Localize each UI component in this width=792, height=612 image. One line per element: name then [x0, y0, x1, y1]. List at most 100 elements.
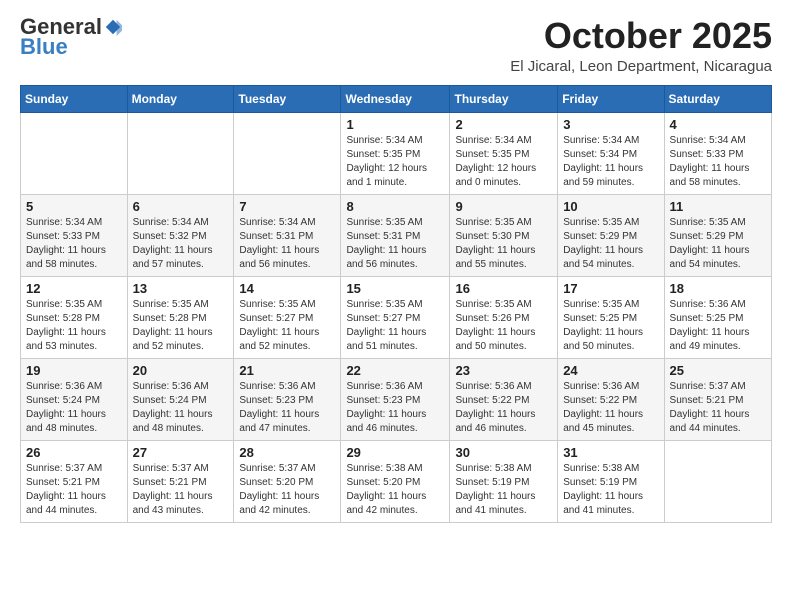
- logo-blue: Blue: [20, 34, 68, 60]
- cell-day-number: 21: [239, 363, 335, 378]
- calendar-cell: 19 Sunrise: 5:36 AM Sunset: 5:24 PM Dayli…: [21, 358, 128, 440]
- cell-day-number: 22: [346, 363, 444, 378]
- logo: General Blue: [20, 16, 122, 60]
- weekday-header-row: SundayMondayTuesdayWednesdayThursdayFrid…: [21, 85, 772, 112]
- cell-info: Sunrise: 5:35 AM Sunset: 5:30 PM Dayligh…: [455, 216, 552, 272]
- cell-day-number: 8: [346, 199, 444, 214]
- cell-day-number: 19: [26, 363, 122, 378]
- calendar-cell: 27 Sunrise: 5:37 AM Sunset: 5:21 PM Dayli…: [127, 440, 234, 522]
- calendar-cell: 21Sunrise: 5:36 AM Sunset: 5:23 PM Dayli…: [234, 358, 341, 440]
- cell-day-number: 4: [670, 117, 766, 132]
- calendar-cell: 17Sunrise: 5:35 AM Sunset: 5:25 PM Dayli…: [558, 276, 664, 358]
- cell-info: Sunrise: 5:34 AM Sunset: 5:35 PM Dayligh…: [346, 134, 444, 190]
- cell-day-number: 24: [563, 363, 658, 378]
- cell-day-number: 29: [346, 445, 444, 460]
- cell-info: Sunrise: 5:36 AM Sunset: 5:24 PM Dayligh…: [26, 380, 122, 436]
- cell-info: Sunrise: 5:35 AM Sunset: 5:27 PM Dayligh…: [346, 298, 444, 354]
- cell-info: Sunrise: 5:36 AM Sunset: 5:23 PM Dayligh…: [346, 380, 444, 436]
- cell-info: Sunrise: 5:35 AM Sunset: 5:29 PM Dayligh…: [670, 216, 766, 272]
- cell-info: Sunrise: 5:35 AM Sunset: 5:31 PM Dayligh…: [346, 216, 444, 272]
- cell-info: Sunrise: 5:34 AM Sunset: 5:33 PM Dayligh…: [670, 134, 766, 190]
- cell-day-number: 25: [670, 363, 766, 378]
- cell-info: Sunrise: 5:37 AM Sunset: 5:21 PM Dayligh…: [26, 462, 122, 518]
- calendar-cell: [664, 440, 771, 522]
- week-row-3: 12 Sunrise: 5:35 AM Sunset: 5:28 PM Dayli…: [21, 276, 772, 358]
- calendar-cell: 22 Sunrise: 5:36 AM Sunset: 5:23 PM Dayli…: [341, 358, 450, 440]
- calendar-cell: [127, 112, 234, 194]
- calendar-cell: 3 Sunrise: 5:34 AM Sunset: 5:34 PM Daylig…: [558, 112, 664, 194]
- weekday-header-wednesday: Wednesday: [341, 85, 450, 112]
- month-title: October 2025: [510, 16, 772, 56]
- calendar-cell: 18Sunrise: 5:36 AM Sunset: 5:25 PM Dayli…: [664, 276, 771, 358]
- calendar-cell: 15 Sunrise: 5:35 AM Sunset: 5:27 PM Dayli…: [341, 276, 450, 358]
- weekday-header-thursday: Thursday: [450, 85, 558, 112]
- calendar-cell: 26 Sunrise: 5:37 AM Sunset: 5:21 PM Dayli…: [21, 440, 128, 522]
- weekday-header-friday: Friday: [558, 85, 664, 112]
- cell-day-number: 7: [239, 199, 335, 214]
- calendar-cell: 29 Sunrise: 5:38 AM Sunset: 5:20 PM Dayli…: [341, 440, 450, 522]
- calendar-cell: 30 Sunrise: 5:38 AM Sunset: 5:19 PM Dayli…: [450, 440, 558, 522]
- cell-info: Sunrise: 5:35 AM Sunset: 5:29 PM Dayligh…: [563, 216, 658, 272]
- cell-info: Sunrise: 5:36 AM Sunset: 5:24 PM Dayligh…: [133, 380, 229, 436]
- cell-day-number: 27: [133, 445, 229, 460]
- calendar-cell: [21, 112, 128, 194]
- cell-day-number: 14: [239, 281, 335, 296]
- cell-info: Sunrise: 5:37 AM Sunset: 5:21 PM Dayligh…: [133, 462, 229, 518]
- calendar-cell: 9 Sunrise: 5:35 AM Sunset: 5:30 PM Daylig…: [450, 194, 558, 276]
- cell-day-number: 2: [455, 117, 552, 132]
- cell-day-number: 11: [670, 199, 766, 214]
- weekday-header-sunday: Sunday: [21, 85, 128, 112]
- cell-info: Sunrise: 5:35 AM Sunset: 5:28 PM Dayligh…: [26, 298, 122, 354]
- cell-info: Sunrise: 5:34 AM Sunset: 5:31 PM Dayligh…: [239, 216, 335, 272]
- calendar-cell: 25 Sunrise: 5:37 AM Sunset: 5:21 PM Dayli…: [664, 358, 771, 440]
- cell-day-number: 20: [133, 363, 229, 378]
- cell-day-number: 1: [346, 117, 444, 132]
- calendar-cell: [234, 112, 341, 194]
- calendar-table: SundayMondayTuesdayWednesdayThursdayFrid…: [20, 85, 772, 523]
- calendar-cell: 31Sunrise: 5:38 AM Sunset: 5:19 PM Dayli…: [558, 440, 664, 522]
- cell-day-number: 12: [26, 281, 122, 296]
- cell-day-number: 31: [563, 445, 658, 460]
- header: General Blue October 2025 El Jicaral, Le…: [20, 16, 772, 75]
- calendar-cell: 11 Sunrise: 5:35 AM Sunset: 5:29 PM Dayli…: [664, 194, 771, 276]
- cell-day-number: 28: [239, 445, 335, 460]
- cell-info: Sunrise: 5:37 AM Sunset: 5:21 PM Dayligh…: [670, 380, 766, 436]
- weekday-header-tuesday: Tuesday: [234, 85, 341, 112]
- cell-info: Sunrise: 5:35 AM Sunset: 5:28 PM Dayligh…: [133, 298, 229, 354]
- calendar-cell: 14 Sunrise: 5:35 AM Sunset: 5:27 PM Dayli…: [234, 276, 341, 358]
- cell-info: Sunrise: 5:38 AM Sunset: 5:19 PM Dayligh…: [455, 462, 552, 518]
- cell-info: Sunrise: 5:37 AM Sunset: 5:20 PM Dayligh…: [239, 462, 335, 518]
- calendar-cell: 23 Sunrise: 5:36 AM Sunset: 5:22 PM Dayli…: [450, 358, 558, 440]
- week-row-2: 5 Sunrise: 5:34 AM Sunset: 5:33 PM Daylig…: [21, 194, 772, 276]
- calendar-cell: 10Sunrise: 5:35 AM Sunset: 5:29 PM Dayli…: [558, 194, 664, 276]
- cell-info: Sunrise: 5:34 AM Sunset: 5:33 PM Dayligh…: [26, 216, 122, 272]
- calendar-cell: 4 Sunrise: 5:34 AM Sunset: 5:33 PM Daylig…: [664, 112, 771, 194]
- cell-info: Sunrise: 5:34 AM Sunset: 5:32 PM Dayligh…: [133, 216, 229, 272]
- cell-info: Sunrise: 5:36 AM Sunset: 5:22 PM Dayligh…: [455, 380, 552, 436]
- week-row-4: 19 Sunrise: 5:36 AM Sunset: 5:24 PM Dayli…: [21, 358, 772, 440]
- cell-day-number: 15: [346, 281, 444, 296]
- cell-info: Sunrise: 5:38 AM Sunset: 5:20 PM Dayligh…: [346, 462, 444, 518]
- cell-day-number: 9: [455, 199, 552, 214]
- cell-info: Sunrise: 5:34 AM Sunset: 5:35 PM Dayligh…: [455, 134, 552, 190]
- cell-day-number: 3: [563, 117, 658, 132]
- weekday-header-saturday: Saturday: [664, 85, 771, 112]
- logo-icon: [104, 18, 122, 36]
- calendar-cell: 20 Sunrise: 5:36 AM Sunset: 5:24 PM Dayli…: [127, 358, 234, 440]
- cell-day-number: 16: [455, 281, 552, 296]
- title-area: October 2025 El Jicaral, Leon Department…: [510, 16, 772, 75]
- cell-day-number: 18: [670, 281, 766, 296]
- week-row-5: 26 Sunrise: 5:37 AM Sunset: 5:21 PM Dayli…: [21, 440, 772, 522]
- cell-day-number: 26: [26, 445, 122, 460]
- cell-day-number: 13: [133, 281, 229, 296]
- calendar-cell: 13 Sunrise: 5:35 AM Sunset: 5:28 PM Dayli…: [127, 276, 234, 358]
- week-row-1: 1 Sunrise: 5:34 AM Sunset: 5:35 PM Daylig…: [21, 112, 772, 194]
- calendar-cell: 12 Sunrise: 5:35 AM Sunset: 5:28 PM Dayli…: [21, 276, 128, 358]
- cell-info: Sunrise: 5:35 AM Sunset: 5:27 PM Dayligh…: [239, 298, 335, 354]
- cell-day-number: 23: [455, 363, 552, 378]
- calendar-cell: 16Sunrise: 5:35 AM Sunset: 5:26 PM Dayli…: [450, 276, 558, 358]
- cell-info: Sunrise: 5:34 AM Sunset: 5:34 PM Dayligh…: [563, 134, 658, 190]
- cell-info: Sunrise: 5:36 AM Sunset: 5:22 PM Dayligh…: [563, 380, 658, 436]
- cell-day-number: 5: [26, 199, 122, 214]
- cell-day-number: 30: [455, 445, 552, 460]
